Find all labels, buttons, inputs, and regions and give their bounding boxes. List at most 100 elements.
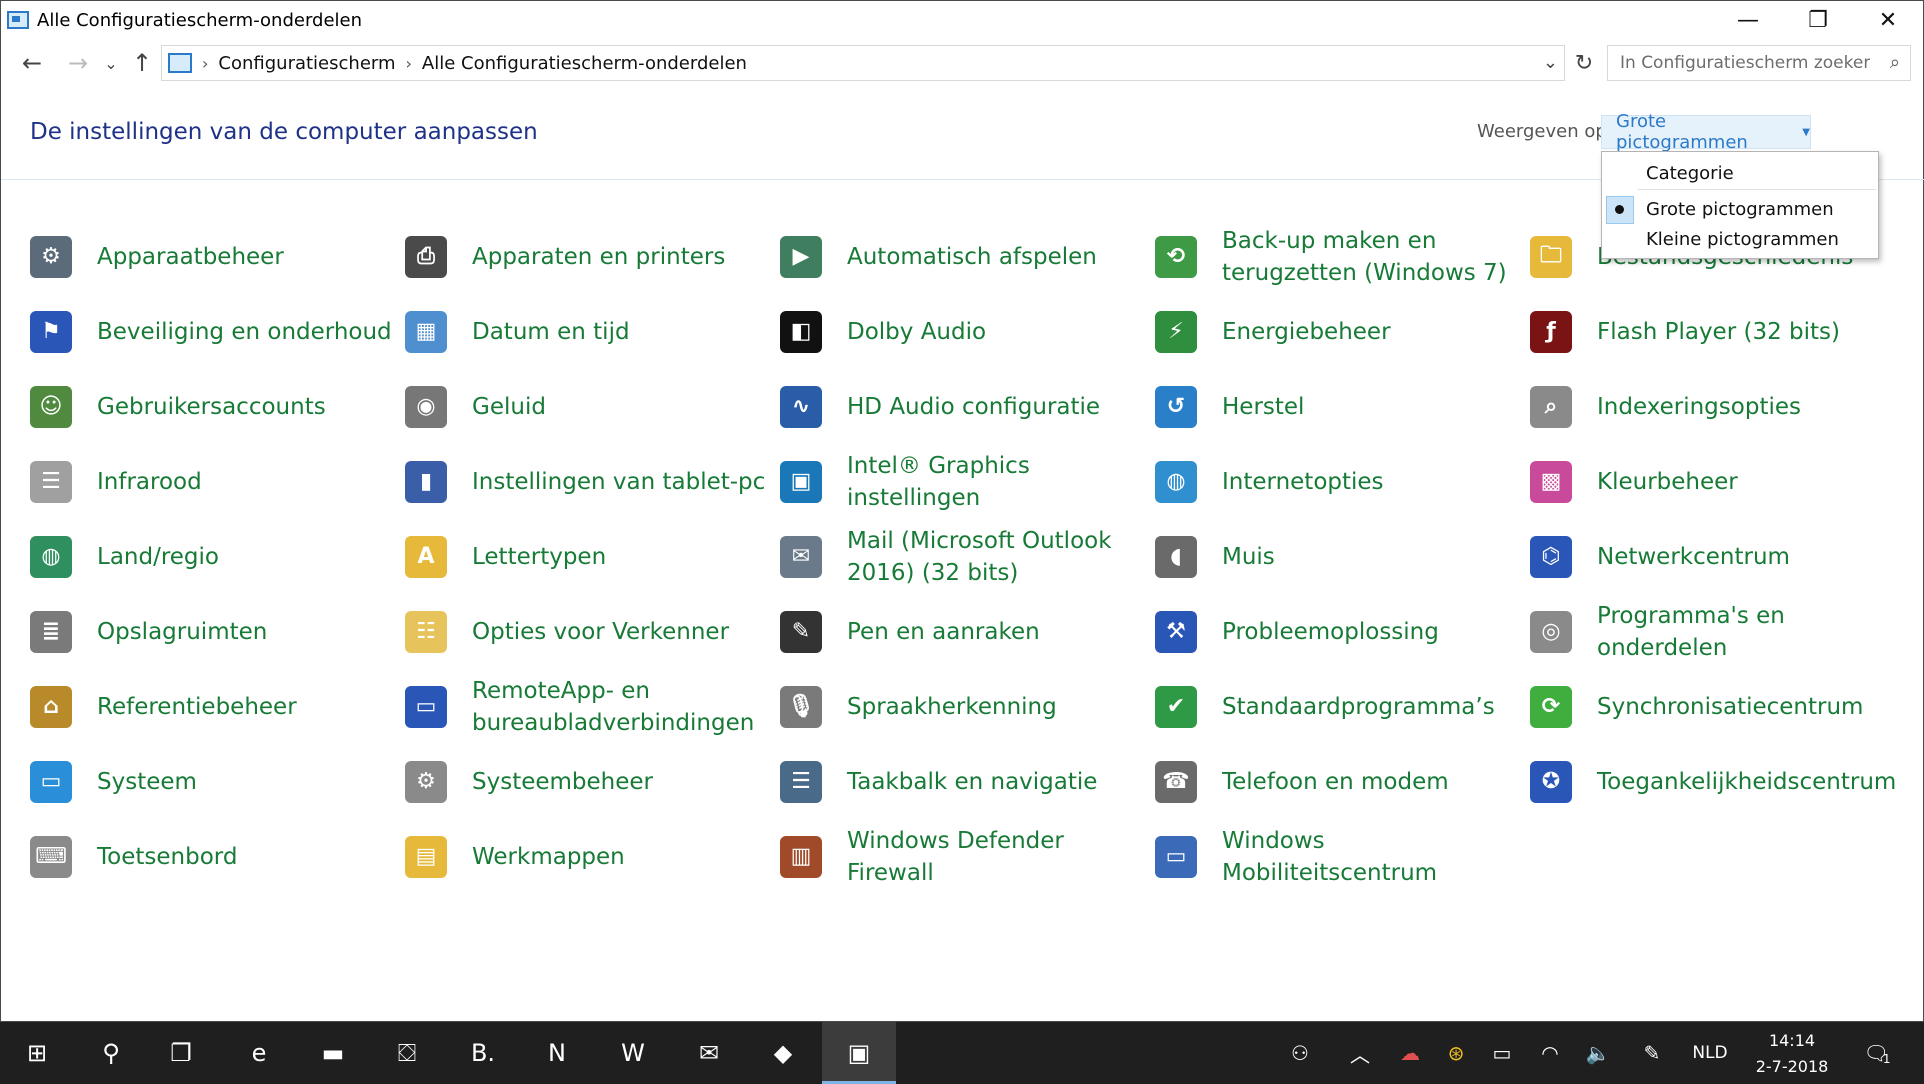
control-panel-item[interactable]: ✎ Pen en aanraken [775, 594, 1150, 669]
control-panel-item[interactable]: ▮ Instellingen van tablet-pc [400, 444, 775, 519]
wifi-icon[interactable]: ◠ [1530, 1022, 1570, 1084]
battery-icon[interactable]: ▭ [1482, 1022, 1522, 1084]
file-explorer-app[interactable]: ▬ [296, 1022, 370, 1084]
control-panel-item[interactable]: ◎ Programma's en onderdelen [1525, 594, 1900, 669]
task-view-button[interactable]: ❐ [144, 1022, 218, 1084]
search-input[interactable] [1620, 53, 1870, 73]
control-panel-item[interactable]: ⌨ Toetsenbord [25, 819, 400, 894]
search-icon[interactable]: ⌕ [1890, 52, 1900, 73]
volume-icon[interactable]: 🔈 [1578, 1022, 1618, 1084]
control-panel-item[interactable]: ⌕ Indexeringsopties [1525, 369, 1900, 444]
control-panel-item[interactable]: ◍ Internetopties [1150, 444, 1525, 519]
control-panel-item[interactable]: 🎙 Spraakherkenning [775, 669, 1150, 744]
mail-app[interactable]: ✉ [672, 1022, 746, 1084]
forward-button[interactable]: → [61, 43, 95, 83]
people-icon[interactable]: ⚇ [1280, 1022, 1320, 1084]
breadcrumb-control-panel[interactable]: Configuratiescherm [218, 53, 395, 74]
control-panel-item-label: Taakbalk en navigatie [847, 768, 1098, 795]
control-panel-item[interactable]: ⚒ Probleemoplossing [1150, 594, 1525, 669]
paint3d-app[interactable]: ◆ [746, 1022, 820, 1084]
control-panel-item[interactable]: ▥ Windows Defender Firewall [775, 819, 1150, 894]
address-dropdown-icon[interactable]: ⌄ [1543, 52, 1558, 73]
norton-icon[interactable]: ⊛ [1436, 1022, 1476, 1084]
troubleshooting-icon: ⚒ [1150, 606, 1202, 658]
control-panel-item[interactable]: ☰ Infrarood [25, 444, 400, 519]
control-panel-item[interactable]: A Lettertypen [400, 519, 775, 594]
control-panel-item[interactable]: ⎙ Apparaten en printers [400, 219, 775, 294]
booking-app[interactable]: B. [446, 1022, 520, 1084]
control-panel-item[interactable]: ⌬ Netwerkcentrum [1525, 519, 1900, 594]
control-panel-item[interactable]: ✔ Standaardprogramma’s [1150, 669, 1525, 744]
minimize-button[interactable]: — [1713, 1, 1783, 39]
control-panel-item[interactable]: ▤ Werkmappen [400, 819, 775, 894]
control-panel-item[interactable]: ☰ Taakbalk en navigatie [775, 744, 1150, 819]
icon-glyph: ⚙ [30, 235, 72, 278]
control-panel-item[interactable]: ◍ Land/regio [25, 519, 400, 594]
control-panel-item[interactable]: ⌂ Referentiebeheer [25, 669, 400, 744]
recent-locations-button[interactable]: ⌄ [101, 43, 121, 83]
control-panel-item-label: Infrarood [97, 468, 202, 495]
action-center-button[interactable]: 🗨 1 [1852, 1022, 1902, 1084]
refresh-button[interactable]: ↻ [1569, 45, 1599, 81]
control-panel-item[interactable]: ▭ Windows Mobiliteitscentrum [1150, 819, 1525, 894]
up-button[interactable]: ↑ [125, 43, 159, 83]
control-panel-item[interactable]: ⚑ Beveiliging en onderhoud [25, 294, 400, 369]
maximize-button[interactable]: ❐ [1783, 1, 1853, 39]
control-panel-item[interactable]: ƒ Flash Player (32 bits) [1525, 294, 1900, 369]
control-panel-item[interactable]: ≣ Opslagruimten [25, 594, 400, 669]
pen-icon: ✎ [775, 606, 827, 658]
control-panel-app[interactable]: ▣ [822, 1022, 896, 1084]
control-panel-item[interactable]: ☷ Opties voor Verkenner [400, 594, 775, 669]
control-panel-item[interactable]: ▣ Intel® Graphics instellingen [775, 444, 1150, 519]
icon-glyph: ⌂ [30, 685, 72, 728]
control-panel-item[interactable]: ☺ Gebruikersaccounts [25, 369, 400, 444]
back-button[interactable]: ← [15, 43, 49, 83]
control-panel-item[interactable]: ↺ Herstel [1150, 369, 1525, 444]
control-panel-item[interactable]: ⚙ Systeembeheer [400, 744, 775, 819]
file-history-icon: 🗀 [1525, 231, 1577, 283]
search-button[interactable]: ⚲ [74, 1022, 148, 1084]
word-app[interactable]: W [596, 1022, 670, 1084]
language-indicator[interactable]: NLD [1682, 1022, 1738, 1084]
icon-glyph: ▣ [780, 460, 822, 503]
breadcrumb-all-items[interactable]: Alle Configuratiescherm-onderdelen [422, 53, 747, 74]
icon-glyph: ☺ [30, 385, 72, 428]
control-panel-item[interactable]: ▭ Systeem [25, 744, 400, 819]
control-panel-item[interactable]: ◧ Dolby Audio [775, 294, 1150, 369]
menu-item-small-icons[interactable]: Kleine pictogrammen [1602, 224, 1878, 254]
control-panel-item[interactable]: ⚡ Energiebeheer [1150, 294, 1525, 369]
control-panel-item[interactable]: ⟳ Synchronisatiecentrum [1525, 669, 1900, 744]
store-app[interactable]: ⛋ [370, 1022, 444, 1084]
icon-glyph: ⌕ [1530, 385, 1572, 428]
control-panel-item[interactable]: ◖ Muis [1150, 519, 1525, 594]
control-panel-item[interactable]: ∿ HD Audio configuratie [775, 369, 1150, 444]
start-button[interactable]: ⊞ [0, 1022, 74, 1084]
pen-workspace-icon[interactable]: ✎ [1632, 1022, 1672, 1084]
icon-glyph: ✔ [1155, 685, 1197, 728]
fonts-folder-icon: A [400, 531, 452, 583]
control-panel-item[interactable]: ◉ Geluid [400, 369, 775, 444]
control-panel-item[interactable]: ⚙ Apparaatbeheer [25, 219, 400, 294]
view-by-dropdown[interactable]: Grote pictogrammen ▼ [1601, 111, 1811, 153]
icon-glyph: ∿ [780, 385, 822, 428]
menu-item-category[interactable]: Categorie [1602, 158, 1878, 188]
control-panel-item[interactable]: ▦ Datum en tijd [400, 294, 775, 369]
control-panel-item[interactable]: ⟲ Back-up maken en terugzetten (Windows 7… [1150, 219, 1525, 294]
control-panel-item[interactable]: ▩ Kleurbeheer [1525, 444, 1900, 519]
close-button[interactable]: ✕ [1853, 1, 1923, 39]
edge-app[interactable]: e [222, 1022, 296, 1084]
address-bar[interactable]: › Configuratiescherm › Alle Configuratie… [161, 45, 1565, 81]
control-panel-item[interactable]: ☎ Telefoon en modem [1150, 744, 1525, 819]
window-title: Alle Configuratiescherm-onderdelen [37, 9, 363, 31]
menu-item-large-icons[interactable]: Grote pictogrammen [1602, 194, 1878, 224]
control-panel-item[interactable]: ✉ Mail (Microsoft Outlook 2016) (32 bits) [775, 519, 1150, 594]
show-hidden-icons-icon[interactable]: ︿ [1340, 1022, 1380, 1084]
control-panel-item[interactable]: ▭ RemoteApp- en bureaubladverbindingen [400, 669, 775, 744]
onedrive-icon[interactable]: ☁ [1390, 1022, 1430, 1084]
clock[interactable]: 14:14 2-7-2018 [1752, 1028, 1832, 1080]
default-programs-icon: ✔ [1150, 681, 1202, 733]
control-panel-item[interactable]: ▶ Automatisch afspelen [775, 219, 1150, 294]
control-panel-item[interactable]: ✪ Toegankelijkheidscentrum [1525, 744, 1900, 819]
icon-glyph: ☷ [405, 610, 447, 653]
netflix-app[interactable]: N [520, 1022, 594, 1084]
